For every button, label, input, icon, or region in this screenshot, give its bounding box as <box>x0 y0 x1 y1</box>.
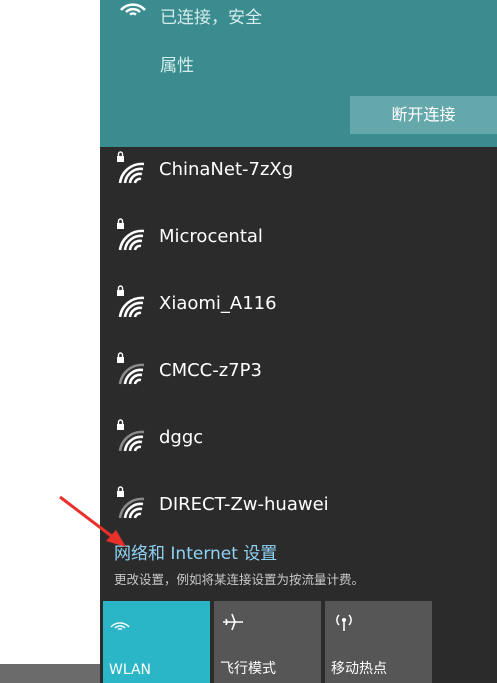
annotation-arrow <box>59 495 126 547</box>
